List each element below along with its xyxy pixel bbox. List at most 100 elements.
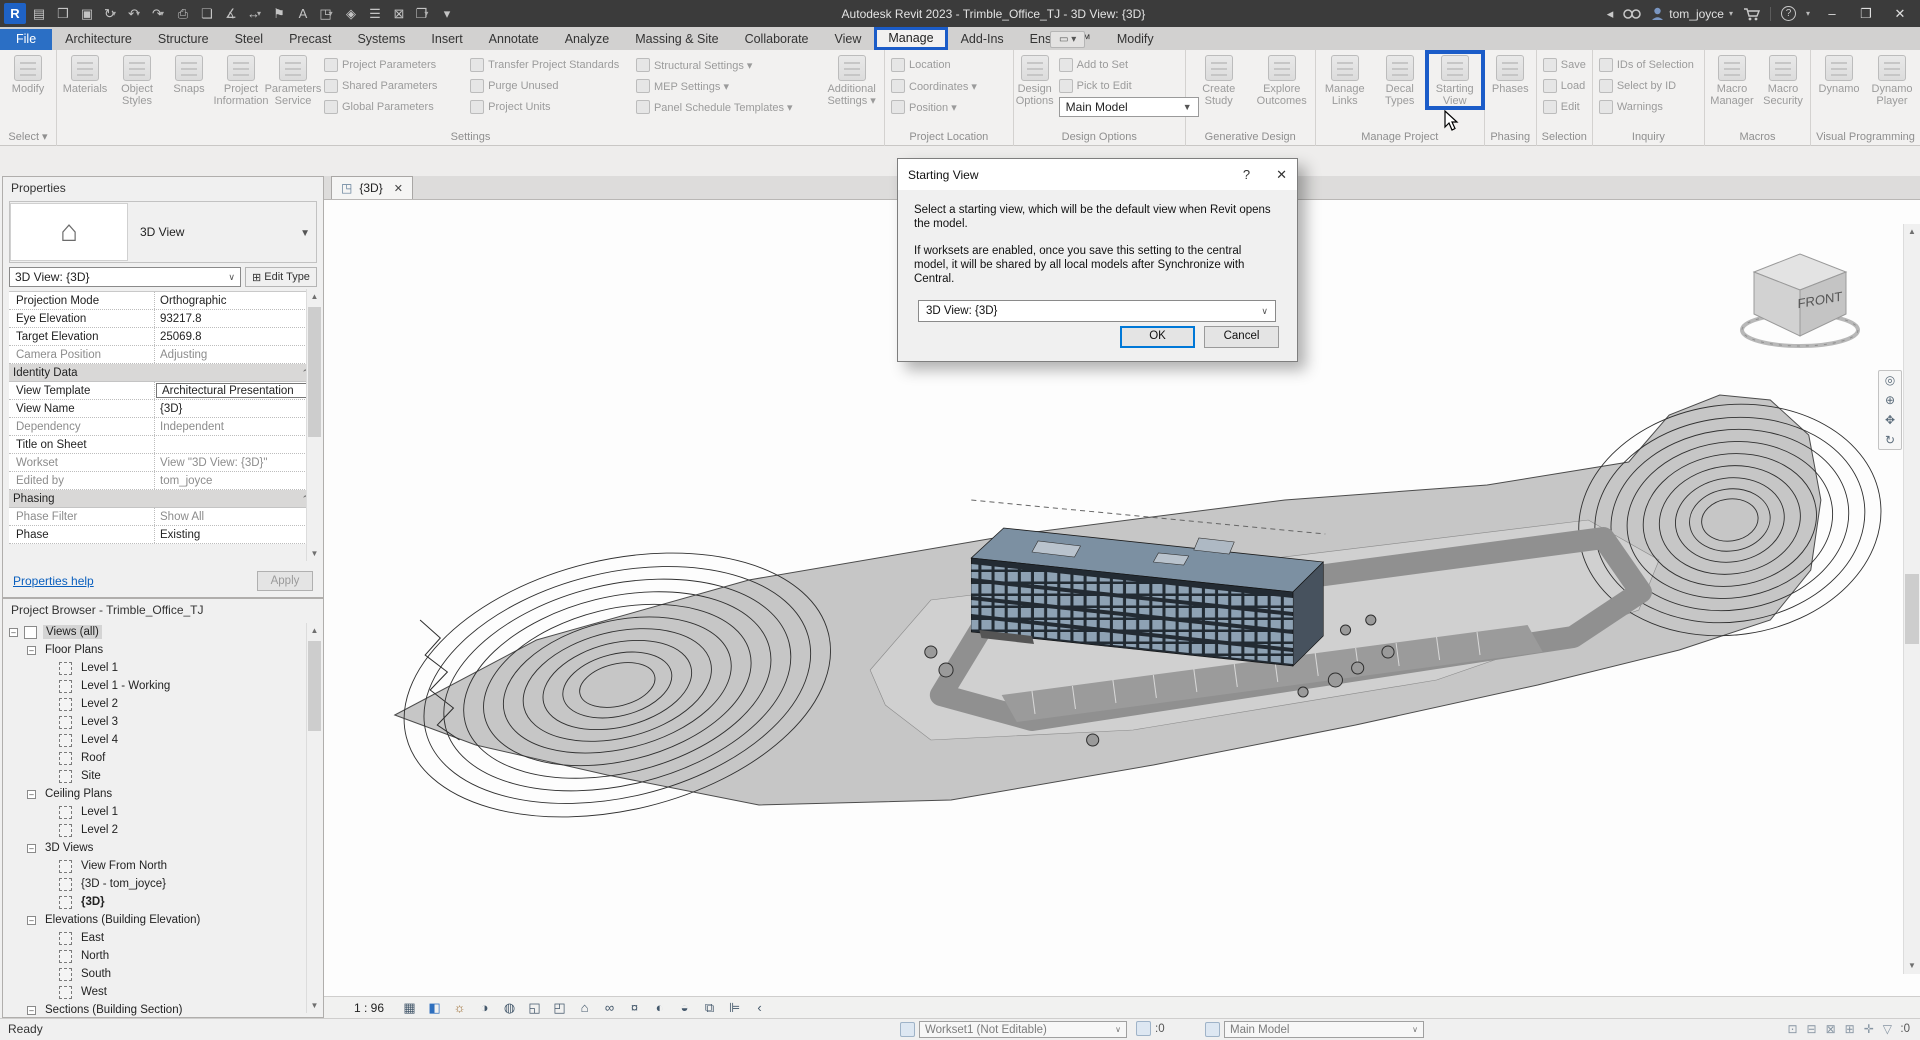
panel-label-generative-design[interactable]: Generative Design	[1186, 129, 1315, 146]
tree-item[interactable]: – Views (all)	[3, 623, 323, 641]
crop-region-visibility-icon[interactable]: ◰	[550, 1000, 569, 1016]
tree-item[interactable]: – 3D Views	[3, 839, 323, 857]
temporary-view-properties-icon[interactable]: ◐	[650, 1000, 669, 1016]
panel-label-phasing[interactable]: Phasing	[1485, 129, 1536, 146]
panel-label-inquiry[interactable]: Inquiry	[1593, 129, 1704, 146]
modify-button[interactable]: Modify	[2, 53, 54, 95]
measure-icon[interactable]: ∡▾	[220, 3, 242, 24]
tree-item[interactable]: – Level 1	[3, 659, 323, 677]
apply-button[interactable]: Apply	[257, 571, 313, 591]
tab-massing-site[interactable]: Massing & Site	[622, 29, 731, 50]
panel-label-select[interactable]: Select ▾	[0, 129, 56, 146]
expander-icon[interactable]: –	[9, 628, 18, 637]
shared-parameters-button[interactable]: Shared Parameters	[324, 79, 461, 93]
property-row[interactable]: Workset View "3D View: {3D}"	[9, 454, 317, 472]
property-row[interactable]: Eye Elevation 93217.8	[9, 310, 317, 328]
reveal-hidden-elements-icon[interactable]: ¤	[625, 1000, 644, 1016]
warnings-button[interactable]: Warnings	[1599, 100, 1694, 114]
ids-of-selection-button[interactable]: IDs of Selection	[1599, 58, 1694, 72]
panel-label-selection[interactable]: Selection	[1537, 129, 1592, 146]
macro-manager-button[interactable]: Macro Manager	[1707, 53, 1757, 107]
shadows-icon[interactable]: ◑	[475, 1000, 494, 1016]
default-3d-view-icon[interactable]: ◳▾	[316, 3, 338, 24]
account-menu[interactable]: tom_joyce ▾	[1651, 7, 1733, 21]
save-icon[interactable]: ▣▾	[76, 3, 98, 24]
crop-view-icon[interactable]: ◱	[525, 1000, 544, 1016]
expander-icon[interactable]: –	[27, 916, 36, 925]
macro-security-button[interactable]: Macro Security	[1758, 53, 1808, 107]
design-options-button[interactable]: Design Options	[1016, 53, 1054, 107]
tree-item[interactable]: – Level 2	[3, 695, 323, 713]
property-row[interactable]: Phase Filter Show All	[9, 508, 317, 526]
edit-selection-button[interactable]: Edit	[1543, 100, 1586, 114]
location-button[interactable]: Location	[891, 58, 977, 72]
section-icon[interactable]: ◈▾	[340, 3, 362, 24]
switch-windows-icon[interactable]: ❐▾	[412, 3, 434, 24]
thin-lines-icon[interactable]: ☰▾	[364, 3, 386, 24]
select-pinned-toggle[interactable]: ⊠	[1826, 1022, 1836, 1036]
panel-label-project-location[interactable]: Project Location	[885, 129, 1013, 146]
tree-item[interactable]: – {3D}	[3, 893, 323, 911]
coordinates-button[interactable]: Coordinates ▾	[891, 79, 977, 93]
tab-analyze[interactable]: Analyze	[552, 29, 622, 50]
tree-item[interactable]: – Level 4	[3, 731, 323, 749]
select-underlay-toggle[interactable]: ⊟	[1807, 1022, 1817, 1036]
tree-item[interactable]: – North	[3, 947, 323, 965]
tab-insert[interactable]: Insert	[418, 29, 475, 50]
help-caret-icon[interactable]: ▾	[1806, 9, 1810, 18]
panel-label-design-options[interactable]: Design Options	[1014, 129, 1185, 146]
text-icon[interactable]: A▾	[292, 3, 314, 24]
steering-wheel-button[interactable]: ◎	[1885, 373, 1895, 387]
tree-item[interactable]: – East	[3, 929, 323, 947]
object-styles-button[interactable]: Object Styles	[111, 53, 163, 107]
additional-settings-button[interactable]: Additional Settings ▾	[821, 53, 882, 107]
properties-help-link[interactable]: Properties help	[13, 574, 94, 588]
create-study-button[interactable]: Create Study	[1188, 53, 1250, 107]
tree-item[interactable]: – Level 3	[3, 713, 323, 731]
tab-architecture[interactable]: Architecture	[52, 29, 145, 50]
snaps-button[interactable]: Snaps	[163, 53, 215, 107]
tree-item[interactable]: – Level 2	[3, 821, 323, 839]
active-design-option-select[interactable]: Main Model∨	[1224, 1021, 1424, 1038]
browser-scrollbar[interactable]: ▲ ▼	[306, 623, 322, 1013]
tree-item[interactable]: – View From North	[3, 857, 323, 875]
design-option-combo[interactable]: Main Model▼	[1059, 97, 1199, 117]
visual-style-icon[interactable]: ◧	[425, 1000, 444, 1016]
temporary-hide-isolate-icon[interactable]: ∞	[600, 1000, 619, 1016]
save-selection-button[interactable]: Save	[1543, 58, 1586, 72]
close-view-icon[interactable]: ✕	[394, 182, 403, 195]
manage-links-button[interactable]: Manage Links	[1318, 53, 1372, 107]
tree-item[interactable]: – Roof	[3, 749, 323, 767]
dialog-titlebar[interactable]: Starting View ? ✕	[898, 159, 1297, 190]
tree-item[interactable]: – West	[3, 983, 323, 1001]
tab-systems[interactable]: Systems	[344, 29, 418, 50]
collapse-search-icon[interactable]: ◂	[1607, 6, 1614, 22]
tree-item[interactable]: – Sections (Building Section)	[3, 1001, 323, 1019]
parameters-service-button[interactable]: Parameters Service	[267, 53, 319, 107]
ribbon-display-toggle[interactable]: ▭ ▾	[1050, 31, 1085, 48]
project-browser-header[interactable]: Project Browser - Trimble_Office_TJ	[3, 599, 323, 621]
decal-types-button[interactable]: Decal Types	[1373, 53, 1427, 107]
search-icon[interactable]	[1623, 7, 1641, 21]
view-scale[interactable]: 1 : 96	[354, 1001, 384, 1015]
tree-item[interactable]: – South	[3, 965, 323, 983]
type-selector-card[interactable]: ⌂ 3D View ▼	[9, 201, 317, 263]
expander-icon[interactable]: –	[27, 646, 36, 655]
dropdown-caret-icon[interactable]: ▾	[136, 9, 140, 18]
properties-scrollbar[interactable]: ▲ ▼	[306, 289, 322, 561]
aligned-dimension-icon[interactable]: ↔▾	[244, 3, 266, 24]
pick-to-edit-button[interactable]: Pick to Edit	[1059, 79, 1195, 93]
select-by-id-button[interactable]: Select by ID	[1599, 79, 1694, 93]
load-selection-button[interactable]: Load	[1543, 79, 1586, 93]
property-row[interactable]: Phasing	[9, 490, 317, 508]
edit-type-button[interactable]: ⊞ Edit Type	[245, 267, 317, 287]
tag-icon[interactable]: ⚑▾	[268, 3, 290, 24]
editing-requests-group[interactable]: :0	[1136, 1021, 1165, 1036]
property-row[interactable]: Title on Sheet	[9, 436, 317, 454]
zoom-button[interactable]: ⊕	[1885, 393, 1895, 407]
select-links-toggle[interactable]: ⊡	[1787, 1022, 1797, 1036]
app-store-cart-icon[interactable]	[1743, 7, 1760, 21]
dropdown-caret-icon[interactable]: ▾	[424, 9, 428, 18]
property-row[interactable]: Dependency Independent	[9, 418, 317, 436]
property-row[interactable]: Projection Mode Orthographic	[9, 292, 317, 310]
